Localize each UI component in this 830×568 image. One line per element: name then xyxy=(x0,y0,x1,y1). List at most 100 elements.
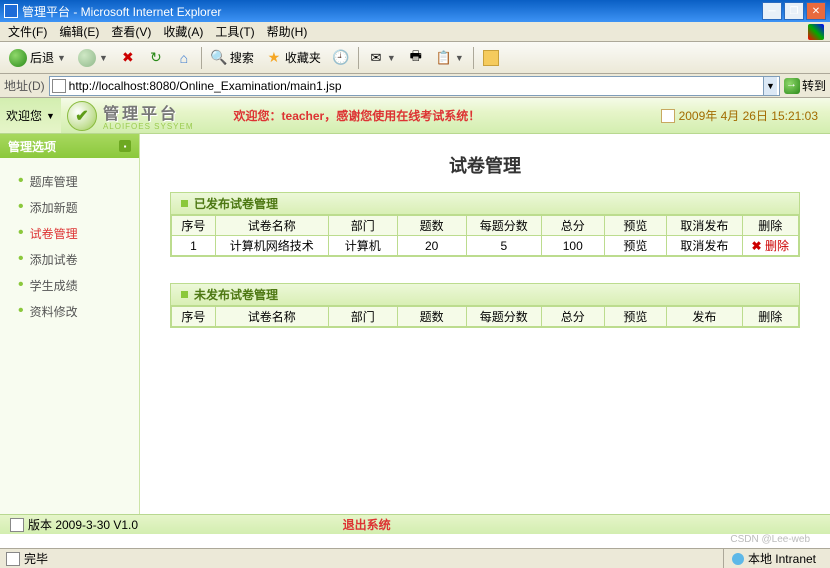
mail-button[interactable]: ✉▼ xyxy=(363,45,401,71)
home-button[interactable]: ⌂ xyxy=(171,45,197,71)
col-header: 预览 xyxy=(604,216,667,236)
separator xyxy=(201,47,202,69)
bullet-icon: • xyxy=(18,251,24,267)
panel-title: 已发布试卷管理 xyxy=(194,195,278,212)
chevron-down-icon: ▼ xyxy=(46,111,55,121)
published-panel: 已发布试卷管理 序号试卷名称部门题数每题分数总分预览取消发布删除 1计算机网络技… xyxy=(170,192,800,257)
toolbar: 后退 ▼ ▼ ✖ ↻ ⌂ 🔍 搜索 ★ 收藏夹 🕘 ✉▼ 🖶 📋▼ xyxy=(0,42,830,74)
edit-button[interactable]: 📋▼ xyxy=(431,45,469,71)
watermark: CSDN @Lee-web xyxy=(0,534,830,548)
windows-logo-icon xyxy=(808,24,824,40)
cell: 计算机 xyxy=(328,236,397,256)
col-header: 发布 xyxy=(667,307,742,327)
square-icon xyxy=(181,291,188,298)
menu-file[interactable]: 文件(F) xyxy=(2,21,53,42)
menu-view[interactable]: 查看(V) xyxy=(105,21,157,42)
zone-icon xyxy=(732,553,744,565)
unpublish-link[interactable]: 取消发布 xyxy=(667,236,742,256)
version-text: 版本 2009-3-30 V1.0 xyxy=(28,516,243,533)
sidebar-item-label: 题库管理 xyxy=(30,173,78,190)
sidebar-item-2[interactable]: •试卷管理 xyxy=(18,220,139,246)
search-button[interactable]: 🔍 搜索 xyxy=(206,45,259,71)
page-header: 欢迎您 ▼ ✔ 管理平台 ALOIFOES SYSYEM 欢迎您：teacher… xyxy=(0,98,830,134)
menu-tools[interactable]: 工具(T) xyxy=(209,21,260,42)
status-bar: 完毕 本地 Intranet xyxy=(0,548,830,568)
menu-help[interactable]: 帮助(H) xyxy=(261,21,314,42)
col-header: 试卷名称 xyxy=(215,307,328,327)
refresh-button[interactable]: ↻ xyxy=(143,45,169,71)
delete-link[interactable]: ✖ 删除 xyxy=(742,236,798,256)
folder-button[interactable] xyxy=(478,45,504,71)
minimize-button[interactable]: ─ xyxy=(762,2,782,20)
history-button[interactable]: 🕘 xyxy=(328,45,354,71)
menu-bar: 文件(F) 编辑(E) 查看(V) 收藏(A) 工具(T) 帮助(H) xyxy=(0,22,830,42)
chevron-down-icon: ▼ xyxy=(455,53,464,63)
square-icon xyxy=(181,200,188,207)
bullet-icon: • xyxy=(18,199,24,215)
favorites-button[interactable]: ★ 收藏夹 xyxy=(261,45,326,71)
col-header: 题数 xyxy=(397,307,466,327)
address-url: http://localhost:8080/Online_Examination… xyxy=(69,79,763,93)
refresh-icon: ↻ xyxy=(148,50,164,66)
sidebar-item-3[interactable]: •添加试卷 xyxy=(18,246,139,272)
maximize-button[interactable]: ❐ xyxy=(784,2,804,20)
sidebar-item-label: 资料修改 xyxy=(30,303,78,320)
panel-title: 未发布试卷管理 xyxy=(194,286,278,303)
sidebar-item-0[interactable]: •题库管理 xyxy=(18,168,139,194)
close-button[interactable]: ✕ xyxy=(806,2,826,20)
bullet-icon: • xyxy=(18,303,24,319)
stop-button[interactable]: ✖ xyxy=(115,45,141,71)
zone-text: 本地 Intranet xyxy=(748,550,816,567)
doc-icon xyxy=(6,552,20,566)
print-icon: 🖶 xyxy=(408,50,424,66)
page-title: 试卷管理 xyxy=(170,152,800,178)
sidebar-item-label: 学生成绩 xyxy=(30,277,78,294)
search-icon: 🔍 xyxy=(211,50,227,66)
chevron-down-icon: ▼ xyxy=(99,53,108,63)
logout-link[interactable]: 退出系统 xyxy=(343,516,391,533)
bullet-icon: • xyxy=(18,277,24,293)
panel-header: 已发布试卷管理 xyxy=(171,193,799,215)
sidebar-item-label: 试卷管理 xyxy=(30,225,78,242)
menu-fav[interactable]: 收藏(A) xyxy=(157,21,209,42)
unpublished-table: 序号试卷名称部门题数每题分数总分预览发布删除 xyxy=(171,306,799,327)
sidebar-header: 管理选项 ▪ xyxy=(0,134,139,158)
col-header: 序号 xyxy=(172,307,216,327)
main-content: 试卷管理 已发布试卷管理 序号试卷名称部门题数每题分数总分预览取消发布删除 1计… xyxy=(140,134,830,514)
version-icon xyxy=(10,518,24,532)
back-button[interactable]: 后退 ▼ xyxy=(4,45,71,71)
preview-link[interactable]: 预览 xyxy=(604,236,667,256)
col-header: 预览 xyxy=(604,307,667,327)
col-header: 删除 xyxy=(742,216,798,236)
welcome-dropdown[interactable]: 欢迎您 ▼ xyxy=(0,98,61,133)
star-icon: ★ xyxy=(266,50,282,66)
col-header: 删除 xyxy=(742,307,798,327)
cell: 20 xyxy=(397,236,466,256)
go-button[interactable]: 转到 xyxy=(784,77,826,94)
collapse-icon[interactable]: ▪ xyxy=(119,140,131,152)
status-text: 完毕 xyxy=(24,550,48,567)
cell: 100 xyxy=(541,236,604,256)
separator xyxy=(358,47,359,69)
address-input[interactable]: http://localhost:8080/Online_Examination… xyxy=(49,76,780,96)
datetime-text: 2009年 4月 26日 15:21:03 xyxy=(679,107,818,124)
unpublished-panel: 未发布试卷管理 序号试卷名称部门题数每题分数总分预览发布删除 xyxy=(170,283,800,328)
table-row: 1计算机网络技术计算机205100预览取消发布✖ 删除 xyxy=(172,236,799,256)
window-titlebar: 管理平台 - Microsoft Internet Explorer ─ ❐ ✕ xyxy=(0,0,830,22)
forward-icon xyxy=(78,49,96,67)
sidebar-item-5[interactable]: • 资料修改 xyxy=(18,298,139,324)
sidebar-item-1[interactable]: •添加新题 xyxy=(18,194,139,220)
col-header: 序号 xyxy=(172,216,216,236)
forward-button[interactable]: ▼ xyxy=(73,45,113,71)
history-icon: 🕘 xyxy=(333,50,349,66)
back-icon xyxy=(9,49,27,67)
mail-icon: ✉ xyxy=(368,50,384,66)
menu-edit[interactable]: 编辑(E) xyxy=(53,21,105,42)
separator xyxy=(473,47,474,69)
print-button[interactable]: 🖶 xyxy=(403,45,429,71)
fav-label: 收藏夹 xyxy=(285,49,321,66)
sidebar-item-4[interactable]: • 学生成绩 xyxy=(18,272,139,298)
folder-icon xyxy=(483,50,499,66)
address-dropdown[interactable]: ▼ xyxy=(763,77,777,95)
brand-title: 管理平台 xyxy=(103,100,194,124)
